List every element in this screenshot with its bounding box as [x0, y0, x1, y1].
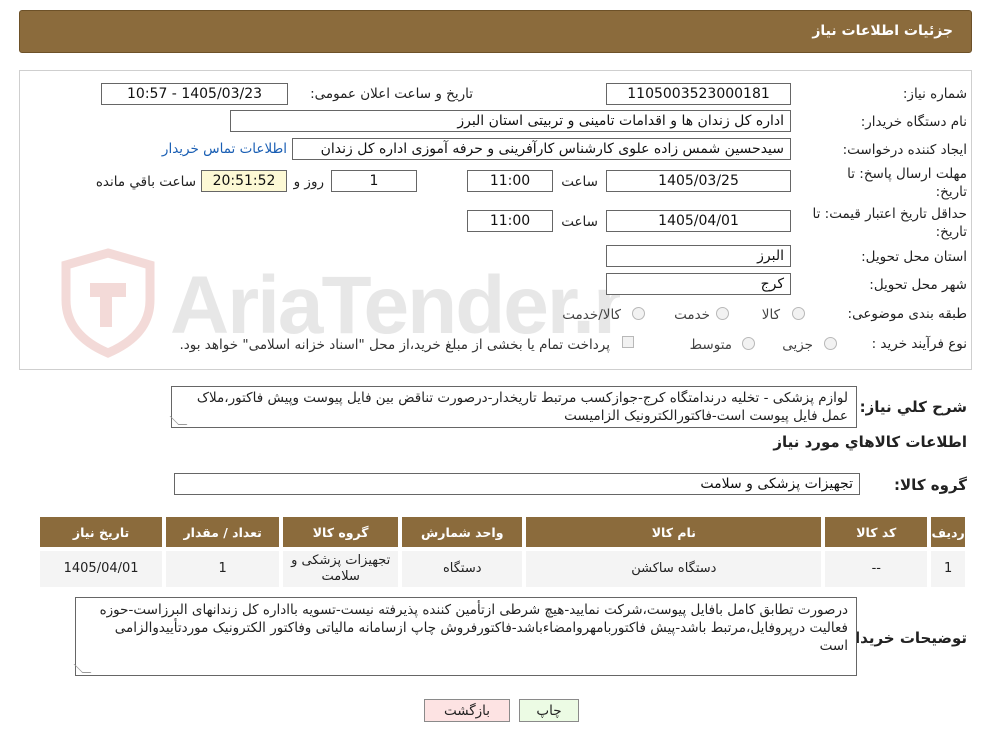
col-date-header: تاریخ نیاز	[40, 517, 165, 549]
description-textarea[interactable]: لوازم پزشکی - تخلیه درندامتگاه کرج-جوازک…	[169, 386, 857, 428]
requester-label: ایجاد کننده درخواست:	[842, 142, 967, 158]
print-button[interactable]: چاپ	[519, 699, 579, 722]
col-qty-header: تعداد / مقدار	[162, 517, 282, 549]
deadline-label-line1: مهلت ارسال پاسخ: تا	[847, 166, 967, 182]
category-service-radio[interactable]	[716, 307, 729, 320]
deadline-time-field: 11:00	[467, 170, 553, 192]
cell-date: 1405/04/01	[40, 547, 165, 587]
cell-group: تجهیزات پزشکی و سلامت	[279, 547, 401, 587]
validity-time-field: 11:00	[467, 210, 553, 232]
validity-label-line2: تاریخ:	[935, 224, 967, 240]
need-number-label: شماره نیاز:	[902, 86, 967, 102]
province-field: البرز	[606, 245, 791, 267]
validity-label-line1: حداقل تاریخ اعتبار قیمت: تا	[812, 206, 967, 222]
buyer-notes-label: توضیحات خریدار:	[840, 629, 967, 647]
process-label: نوع فرآیند خرید :	[871, 336, 967, 352]
col-group-header: گروه کالا	[279, 517, 401, 549]
col-row-header: رديف	[927, 517, 965, 549]
col-unit-header: واحد شمارش	[398, 517, 525, 549]
days-label: روز و	[293, 174, 324, 190]
items-table-wrapper: رديف کد کالا نام کالا واحد شمارش گروه کا…	[40, 517, 965, 591]
resize-handle-icon[interactable]	[73, 664, 92, 673]
treasury-checkbox[interactable]	[622, 336, 634, 348]
col-code-header: کد کالا	[821, 517, 930, 549]
treasury-note: پرداخت تمام یا بخشی از مبلغ خرید،از محل …	[179, 337, 610, 353]
col-name-header: نام کالا	[522, 517, 824, 549]
category-service-label: خدمت	[674, 307, 710, 323]
goods-group-field: تجهیزات پزشکی و سلامت	[174, 473, 860, 495]
cell-qty: 1	[162, 547, 282, 587]
validity-time-label: ساعت	[561, 214, 598, 230]
remaining-days-field: 1	[331, 170, 417, 192]
goods-info-title: اطلاعات کالاهاي مورد نياز	[773, 433, 967, 451]
city-label: شهر محل تحویل:	[869, 277, 967, 293]
table-header-row: رديف کد کالا نام کالا واحد شمارش گروه کا…	[40, 517, 965, 549]
description-text: لوازم پزشکی - تخلیه درندامتگاه کرج-جوازک…	[196, 390, 848, 424]
category-goods-service-radio[interactable]	[632, 307, 645, 320]
province-label: استان محل تحویل:	[861, 249, 967, 265]
category-label: طبقه بندی موضوعی:	[847, 306, 967, 322]
page-title: جزئیات اطلاعات نیاز	[812, 23, 953, 39]
cell-code: --	[821, 547, 930, 587]
items-table: رديف کد کالا نام کالا واحد شمارش گروه کا…	[40, 517, 965, 587]
deadline-time-label: ساعت	[561, 174, 598, 190]
resize-handle-icon[interactable]	[169, 416, 188, 425]
buyer-notes-textarea[interactable]: درصورت تطابق کامل بافایل پیوست،شرکت نمای…	[73, 597, 857, 676]
buyer-contact-link[interactable]: اطلاعات تماس خریدار	[162, 141, 287, 157]
cell-unit: دستگاه	[398, 547, 525, 587]
category-goods-radio[interactable]	[792, 307, 805, 320]
category-goods-label: کالا	[761, 307, 780, 323]
remaining-time-field: 20:51:52	[201, 170, 287, 192]
deadline-date-field: 1405/03/25	[606, 170, 791, 192]
process-minor-label: جزیی	[782, 337, 813, 353]
announce-label: تاریخ و ساعت اعلان عمومی:	[310, 86, 473, 102]
page-header: جزئیات اطلاعات نیاز	[19, 10, 972, 53]
city-field: کرج	[606, 273, 791, 295]
validity-date-field: 1405/04/01	[606, 210, 791, 232]
requester-field: سیدحسین شمس زاده علوی کارشناس کارآفرینی …	[292, 138, 791, 160]
cell-row: 1	[927, 547, 965, 587]
remaining-label: ساعت باقي مانده	[95, 174, 196, 190]
cell-name: دستگاه ساکشن	[522, 547, 824, 587]
description-label: شرح کلي نياز:	[859, 398, 967, 416]
deadline-label-line2: تاریخ:	[935, 184, 967, 200]
announce-datetime-field: 1405/03/23 - 10:57	[101, 83, 288, 105]
process-medium-label: متوسط	[689, 337, 732, 353]
process-minor-radio[interactable]	[824, 337, 837, 350]
goods-group-label: گروه کالا:	[894, 476, 967, 494]
need-number-field: 1105003523000181	[606, 83, 791, 105]
process-medium-radio[interactable]	[742, 337, 755, 350]
buyer-notes-text: درصورت تطابق کامل بافایل پیوست،شرکت نمای…	[99, 602, 848, 654]
category-goods-service-label: کالا/خدمت	[562, 307, 621, 323]
buyer-org-label: نام دستگاه خریدار:	[860, 114, 967, 130]
table-row: 1 -- دستگاه ساکشن دستگاه تجهیزات پزشکی و…	[40, 547, 965, 587]
back-button[interactable]: بازگشت	[424, 699, 510, 722]
buyer-org-field: اداره کل زندان ها و اقدامات تامینی و ترب…	[230, 110, 791, 132]
